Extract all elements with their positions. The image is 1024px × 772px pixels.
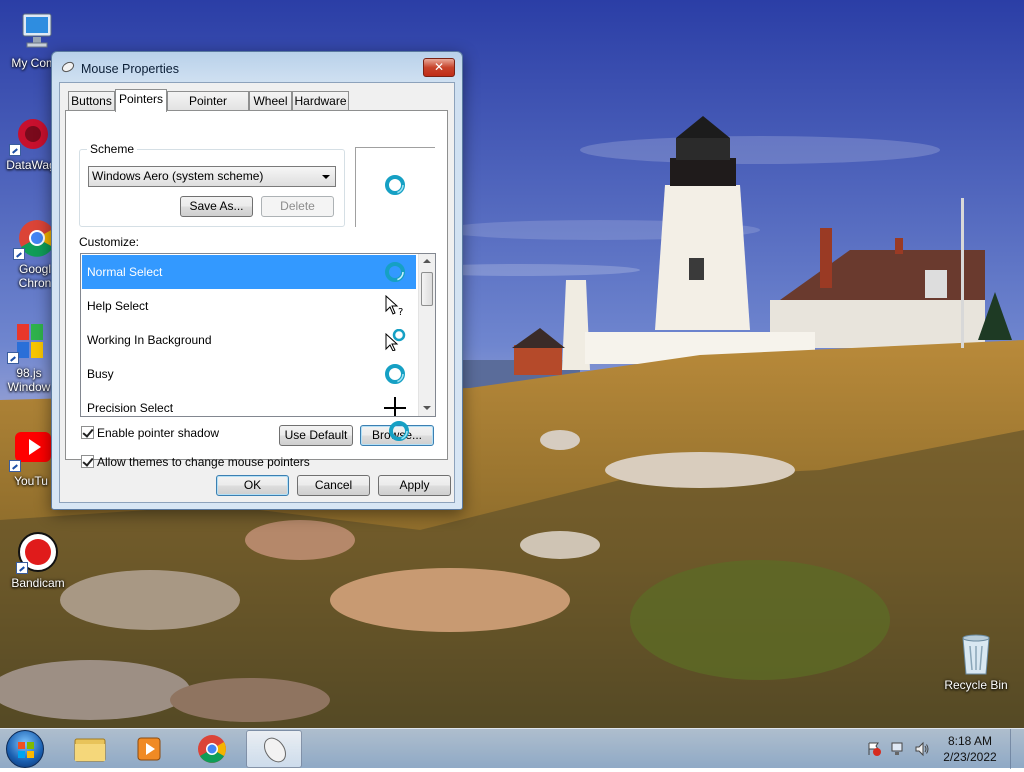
pointers-tab-panel: Scheme Windows Aero (system scheme) Save… [65, 110, 448, 469]
customize-label: Customize: [79, 235, 140, 249]
window-title: Mouse Properties [81, 62, 179, 76]
tab-hardware[interactable]: Hardware [292, 91, 349, 111]
list-item[interactable]: Busy [82, 357, 416, 391]
mouse-busy-cursor-icon [389, 421, 409, 441]
tab-wheel[interactable]: Wheel [249, 91, 292, 111]
list-item-label: Help Select [87, 299, 149, 313]
shortcut-arrow-icon [7, 352, 19, 364]
use-default-button[interactable]: Use Default [279, 425, 353, 446]
datawagon-icon [9, 112, 53, 156]
list-item-label: Working In Background [87, 333, 212, 347]
svg-text:?: ? [398, 307, 403, 317]
busy-ring-icon [385, 175, 405, 195]
show-desktop-button[interactable] [1010, 729, 1024, 769]
clock[interactable]: 8:18 AM 2/23/2022 [940, 733, 1000, 765]
list-item-label: Normal Select [87, 265, 163, 279]
network-icon[interactable] [890, 741, 906, 757]
folder-icon [74, 738, 106, 762]
scroll-down-icon[interactable] [423, 406, 431, 410]
clock-time: 8:18 AM [947, 734, 993, 748]
start-button[interactable] [6, 730, 44, 768]
desktop-icon-label: Recycle Bin [944, 678, 1008, 692]
shortcut-arrow-icon [9, 144, 21, 156]
scheme-dropdown[interactable]: Windows Aero (system scheme) [88, 166, 336, 187]
mouse-icon [264, 737, 286, 763]
taskbar-mouse-properties[interactable] [246, 730, 302, 768]
computer-icon [15, 10, 59, 54]
shortcut-arrow-icon [9, 460, 21, 472]
scheme-dropdown-value: Windows Aero (system scheme) [92, 169, 264, 183]
scheme-group: Scheme Windows Aero (system scheme) Save… [79, 142, 345, 227]
crosshair-cursor-icon [384, 397, 406, 416]
ok-button[interactable]: OK [216, 475, 289, 496]
taskbar: 8:18 AM 2/23/2022 [0, 728, 1024, 769]
youtube-icon [9, 428, 53, 472]
chrome-icon [198, 735, 226, 763]
close-button[interactable]: ✕ [423, 58, 455, 77]
tab-pointers[interactable]: Pointers [115, 89, 167, 112]
delete-button[interactable]: Delete [261, 196, 334, 217]
shortcut-arrow-icon [16, 562, 28, 574]
system-tray [862, 729, 932, 769]
scroll-up-icon[interactable] [423, 259, 431, 263]
list-item[interactable]: Precision Select [82, 391, 416, 416]
cancel-button[interactable]: Cancel [297, 475, 370, 496]
taskbar-file-explorer[interactable] [62, 730, 118, 768]
scheme-legend: Scheme [87, 142, 138, 156]
recycle-bin-icon [954, 632, 998, 676]
list-item-label: Precision Select [87, 401, 174, 415]
taskbar-chrome[interactable] [184, 730, 240, 768]
media-player-icon [137, 737, 161, 761]
help-select-cursor-icon: ? [385, 295, 403, 317]
list-item-label: Busy [87, 367, 114, 381]
mouse-icon [61, 61, 75, 73]
bandicam-icon [16, 530, 60, 574]
allow-themes-checkbox[interactable] [81, 455, 94, 468]
taskbar-media-player[interactable] [122, 730, 178, 768]
tab-buttons[interactable]: Buttons [68, 91, 115, 111]
windows-logo-icon [18, 742, 34, 758]
enable-pointer-shadow-label: Enable pointer shadow [97, 426, 220, 440]
pointer-preview [355, 147, 435, 227]
action-center-icon[interactable] [866, 741, 882, 757]
desktop-icon-recycle-bin[interactable]: Recycle Bin [938, 632, 1014, 692]
busy-ring-icon [385, 364, 405, 384]
desktop-icon-label: Bandicam [11, 576, 65, 590]
desktop-icon-bandicam[interactable]: Bandicam [1, 530, 75, 590]
list-scrollbar[interactable] [418, 254, 435, 416]
working-cursor-icon [385, 329, 406, 351]
windows98-icon [7, 320, 51, 364]
volume-icon[interactable] [914, 741, 930, 757]
clock-date: 2/23/2022 [943, 750, 997, 764]
pointer-list[interactable]: Normal Select Help Select ? Working In B… [80, 253, 436, 417]
busy-ring-icon [385, 262, 405, 282]
allow-themes-label: Allow themes to change mouse pointers [97, 455, 310, 469]
list-item[interactable]: Working In Background [82, 323, 416, 357]
enable-pointer-shadow-checkbox[interactable] [81, 426, 94, 439]
title-bar[interactable]: Mouse Properties ✕ [52, 52, 462, 82]
scrollbar-thumb[interactable] [421, 272, 433, 306]
save-as-button[interactable]: Save As... [180, 196, 253, 217]
apply-button[interactable]: Apply [378, 475, 451, 496]
shortcut-arrow-icon [13, 248, 25, 260]
tab-pointer-options[interactable]: Pointer Options [167, 91, 249, 126]
chevron-down-icon [322, 175, 330, 179]
list-item[interactable]: Help Select ? [82, 289, 416, 323]
list-item[interactable]: Normal Select [82, 255, 416, 289]
